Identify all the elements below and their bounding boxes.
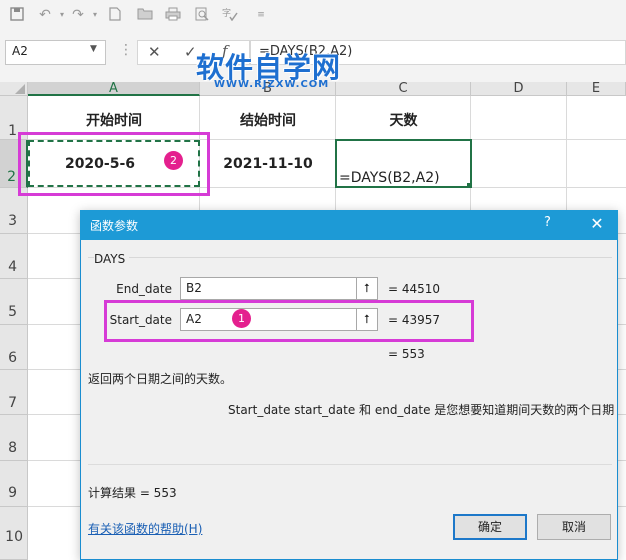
undo-dropdown-icon[interactable]: ▾ — [54, 7, 70, 23]
row-header-8[interactable]: 8 — [0, 415, 28, 461]
row-header-5[interactable]: 5 — [0, 279, 28, 325]
name-box-value: A2 — [12, 44, 28, 58]
formula-bar-grip-icon: ⋮ — [119, 42, 133, 58]
function-description: 返回两个日期之间的天数。 — [88, 372, 233, 386]
column-header-c[interactable]: C — [336, 82, 471, 96]
print-preview-icon[interactable] — [194, 7, 210, 23]
fill-handle[interactable] — [467, 183, 472, 188]
save-icon[interactable] — [9, 7, 25, 23]
total-result: = 553 — [388, 347, 425, 361]
redo-dropdown-icon[interactable]: ▾ — [87, 7, 103, 23]
spelling-icon[interactable]: 字 — [222, 7, 238, 23]
customize-toolbar-icon[interactable]: ≡ — [253, 7, 269, 23]
end-date-input[interactable]: B2 — [180, 277, 378, 300]
function-name: DAYS — [94, 252, 130, 266]
column-header-d[interactable]: D — [471, 82, 567, 96]
watermark-url: WWW.RJZXW.COM — [214, 79, 330, 90]
argument-description: Start_date start_date 和 end_date 是您想要知道期… — [228, 403, 615, 417]
callout-badge-2: 2 — [164, 151, 183, 170]
new-file-icon[interactable] — [107, 7, 123, 23]
dialog-divider — [88, 464, 612, 465]
print-icon[interactable] — [165, 7, 181, 23]
confirm-entry-icon[interactable]: ✓ — [184, 43, 197, 61]
cell-b2[interactable]: 2021-11-10 — [200, 156, 336, 172]
row-header-7[interactable]: 7 — [0, 370, 28, 415]
cancel-entry-icon[interactable]: ✕ — [148, 43, 161, 61]
svg-text:字: 字 — [222, 7, 231, 19]
chevron-down-icon[interactable]: ▼ — [90, 44, 97, 54]
callout-badge-1: 1 — [232, 309, 251, 328]
end-date-label: End_date — [116, 282, 172, 296]
cell-a1[interactable]: 开始时间 — [28, 110, 200, 130]
undo-icon[interactable]: ↶ — [37, 7, 53, 23]
redo-icon[interactable]: ↷ — [70, 7, 86, 23]
end-date-result: = 44510 — [388, 282, 441, 296]
help-icon[interactable]: ? — [544, 215, 551, 230]
cancel-button[interactable]: 取消 — [537, 514, 611, 540]
cell-c1[interactable]: 天数 — [336, 110, 471, 130]
select-all-corner[interactable] — [0, 82, 28, 96]
collapse-dialog-icon[interactable]: ⭡ — [356, 277, 378, 300]
row-header-4[interactable]: 4 — [0, 234, 28, 279]
open-folder-icon[interactable] — [137, 7, 153, 23]
active-cell-border — [335, 139, 472, 188]
dialog-title: 函数参数 — [90, 219, 139, 233]
ok-button[interactable]: 确定 — [453, 514, 527, 540]
row-header-10[interactable]: 10 — [0, 507, 28, 560]
highlight-box-start-date — [104, 300, 474, 342]
calculation-result: 计算结果 = 553 — [88, 486, 177, 500]
cell-b1[interactable]: 结始时间 — [200, 110, 336, 130]
dialog-titlebar[interactable] — [80, 210, 618, 240]
row-header-9[interactable]: 9 — [0, 461, 28, 507]
row-header-6[interactable]: 6 — [0, 325, 28, 370]
close-icon[interactable]: ✕ — [585, 212, 609, 236]
function-help-link[interactable]: 有关该函数的帮助(H) — [88, 520, 202, 537]
column-header-e[interactable]: E — [567, 82, 626, 96]
column-header-a[interactable]: A — [28, 82, 200, 96]
